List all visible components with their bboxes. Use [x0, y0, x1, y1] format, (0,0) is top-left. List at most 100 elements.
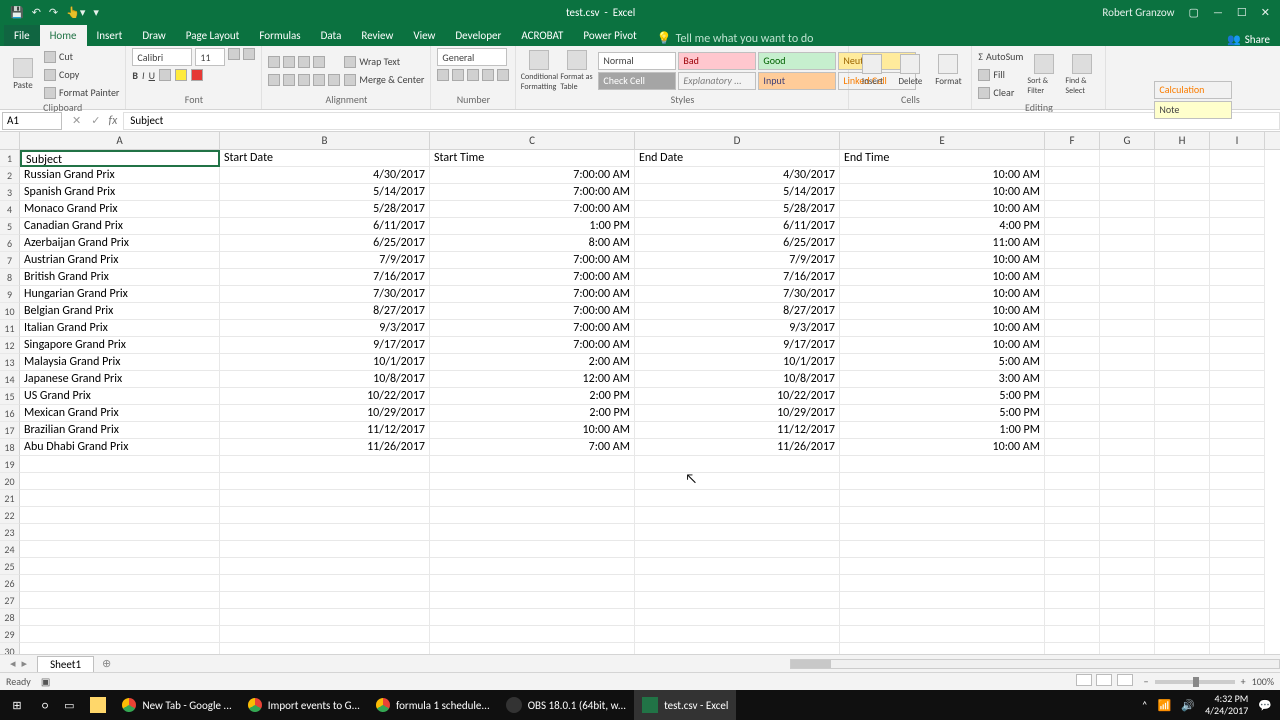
cell[interactable] [1100, 405, 1155, 422]
style-explanatory[interactable]: Explanatory ... [678, 72, 756, 90]
col-header-i[interactable]: I [1210, 132, 1265, 149]
style-calculation[interactable]: Calculation [1154, 81, 1232, 99]
cell[interactable] [20, 456, 220, 473]
style-good[interactable]: Good [758, 52, 836, 70]
cell[interactable] [1210, 456, 1265, 473]
cell[interactable]: 10:00 AM [840, 337, 1045, 354]
taskbar-chrome-2[interactable]: Import events to G... [240, 690, 368, 720]
cell[interactable]: 1:00 PM [430, 218, 635, 235]
taskbar-obs[interactable]: OBS 18.0.1 (64bit, w... [498, 690, 634, 720]
style-bad[interactable]: Bad [678, 52, 756, 70]
cell[interactable] [430, 609, 635, 626]
col-header-e[interactable]: E [840, 132, 1045, 149]
cell[interactable] [1100, 354, 1155, 371]
cell[interactable] [635, 626, 840, 643]
cell[interactable] [1155, 558, 1210, 575]
paste-button[interactable]: Paste [6, 53, 40, 97]
cell[interactable] [1155, 422, 1210, 439]
cell[interactable] [1155, 456, 1210, 473]
cell[interactable]: Japanese Grand Prix [20, 371, 220, 388]
cell[interactable] [20, 592, 220, 609]
sort-filter-button[interactable]: Sort & Filter [1027, 53, 1061, 97]
touch-mode-icon[interactable]: 👆▾ [66, 6, 85, 19]
cell[interactable] [20, 473, 220, 490]
font-name-select[interactable]: Calibri [132, 48, 192, 66]
tray-chevron-up-icon[interactable]: ˄ [1142, 699, 1148, 712]
cell[interactable] [20, 507, 220, 524]
cell[interactable] [1155, 337, 1210, 354]
cell[interactable] [1045, 626, 1100, 643]
cell[interactable]: 10/1/2017 [635, 354, 840, 371]
cell[interactable]: Subject [20, 150, 220, 167]
cell[interactable] [1100, 371, 1155, 388]
ribbon-options-icon[interactable]: ▢ [1189, 6, 1199, 19]
cell[interactable]: 7/30/2017 [220, 286, 430, 303]
row-header[interactable]: 2 [0, 167, 20, 184]
copy-button[interactable]: Copy [44, 66, 119, 83]
row-header[interactable]: 20 [0, 473, 20, 490]
style-check-cell[interactable]: Check Cell [598, 72, 676, 90]
cell[interactable]: 6/25/2017 [220, 235, 430, 252]
cell[interactable]: 11/26/2017 [635, 439, 840, 456]
tab-developer[interactable]: Developer [445, 25, 511, 46]
format-cells-button[interactable]: Format [931, 49, 965, 93]
cell[interactable] [840, 490, 1045, 507]
cell[interactable] [220, 626, 430, 643]
cell[interactable] [1155, 439, 1210, 456]
tell-me-search[interactable]: 💡 Tell me what you want to do [657, 31, 814, 46]
row-header[interactable]: 29 [0, 626, 20, 643]
cell[interactable] [840, 575, 1045, 592]
tray-network-icon[interactable]: 📶 [1158, 699, 1172, 712]
cell[interactable] [1045, 286, 1100, 303]
cell[interactable]: 9/17/2017 [635, 337, 840, 354]
style-normal[interactable]: Normal [598, 52, 676, 70]
tray-volume-icon[interactable]: 🔊 [1181, 699, 1195, 712]
cell[interactable] [1045, 218, 1100, 235]
cell[interactable]: 7:00:00 AM [430, 320, 635, 337]
cell[interactable] [635, 490, 840, 507]
cell[interactable] [1100, 541, 1155, 558]
wrap-text-button[interactable]: Wrap Text [344, 53, 424, 70]
cell[interactable]: Monaco Grand Prix [20, 201, 220, 218]
cell[interactable] [1045, 388, 1100, 405]
number-format-select[interactable]: General [437, 48, 507, 66]
cell[interactable] [635, 558, 840, 575]
zoom-slider[interactable] [1155, 680, 1235, 684]
maximize-icon[interactable]: ☐ [1237, 6, 1247, 19]
cell[interactable] [1210, 303, 1265, 320]
cell[interactable] [1100, 303, 1155, 320]
cell[interactable]: 2:00 PM [430, 388, 635, 405]
row-header[interactable]: 14 [0, 371, 20, 388]
cell[interactable] [430, 490, 635, 507]
minimize-icon[interactable]: — [1213, 6, 1223, 19]
cell[interactable] [1045, 337, 1100, 354]
row-header[interactable]: 22 [0, 507, 20, 524]
cell[interactable] [1155, 609, 1210, 626]
cell[interactable] [1210, 167, 1265, 184]
cell[interactable] [220, 592, 430, 609]
cell[interactable]: 10:00 AM [840, 167, 1045, 184]
font-color-icon[interactable] [191, 69, 203, 81]
cell[interactable]: 5:00 PM [840, 405, 1045, 422]
cell[interactable] [1155, 184, 1210, 201]
style-input[interactable]: Input [758, 72, 836, 90]
zoom-thumb[interactable] [1193, 677, 1199, 687]
tab-view[interactable]: View [403, 25, 445, 46]
row-header[interactable]: 7 [0, 252, 20, 269]
cell[interactable] [840, 626, 1045, 643]
cell[interactable] [1210, 405, 1265, 422]
cell[interactable]: 2:00 PM [430, 405, 635, 422]
cell[interactable] [840, 507, 1045, 524]
cell[interactable] [20, 524, 220, 541]
align-top-icon[interactable] [268, 56, 280, 68]
indent-dec-icon[interactable] [313, 74, 325, 86]
cell[interactable] [635, 575, 840, 592]
file-explorer-button[interactable] [82, 690, 114, 720]
cell[interactable]: Start Date [220, 150, 430, 167]
cell[interactable] [1100, 235, 1155, 252]
cell[interactable] [1210, 388, 1265, 405]
row-header[interactable]: 15 [0, 388, 20, 405]
orientation-icon[interactable] [313, 56, 325, 68]
cell[interactable] [1210, 592, 1265, 609]
row-header[interactable]: 21 [0, 490, 20, 507]
